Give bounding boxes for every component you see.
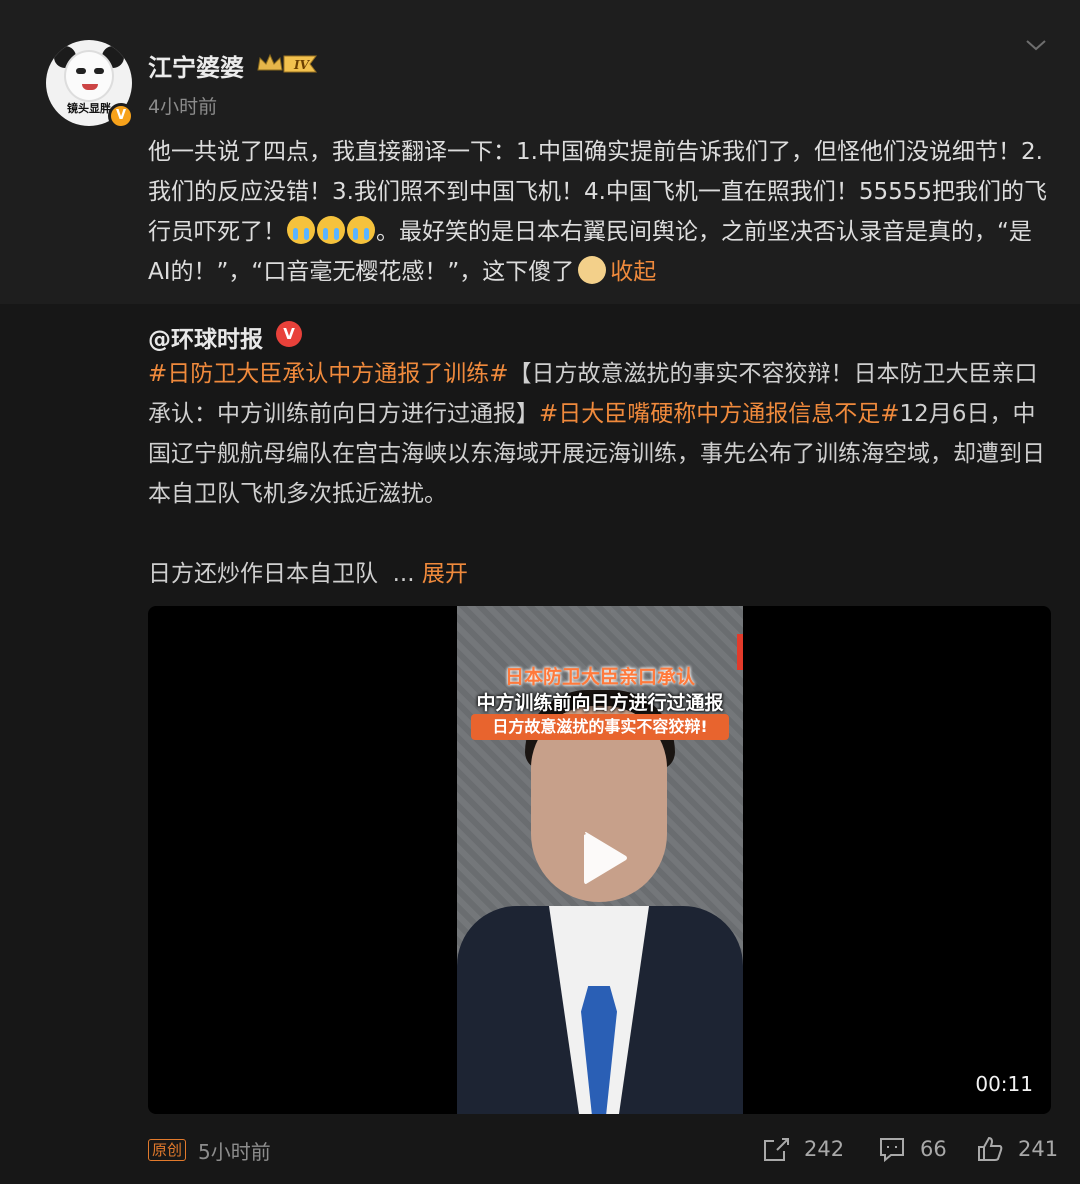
ellipsis: ...: [392, 561, 415, 587]
footer-time: 5小时前: [198, 1140, 271, 1164]
verified-red-icon: V: [276, 321, 302, 347]
collapse-link[interactable]: 收起: [610, 259, 656, 285]
avatar-eye-left: [76, 68, 86, 74]
post-time: 4小时前: [148, 96, 218, 118]
chevron-down-icon[interactable]: [1024, 36, 1048, 54]
crying-emoji-icon: [317, 216, 345, 244]
video-caption-line3: 日方故意滋扰的事实不容狡辩!: [471, 714, 729, 740]
repost-author[interactable]: @环球时报: [148, 320, 263, 354]
hashtag-link[interactable]: #日大臣嘴硬称中方通报信息不足#: [539, 401, 900, 427]
crying-emoji-icon: [347, 216, 375, 244]
level-crown-icon: IV: [257, 53, 317, 73]
username[interactable]: 江宁婆婆: [148, 48, 244, 83]
share-count: 242: [804, 1137, 845, 1161]
hashtag-link[interactable]: #日防卫大臣承认中方通报了训练#: [148, 361, 509, 387]
video-caption-line1: 日本防卫大臣亲口承认: [504, 666, 695, 688]
post-footer: 原创 5小时前 242 66 241: [0, 1130, 1080, 1174]
share-button[interactable]: 242: [762, 1134, 844, 1164]
like-count: 241: [1018, 1137, 1059, 1161]
share-icon: [764, 1138, 789, 1161]
video-player[interactable]: 日本防卫大臣亲口承认 中方训练前向日方进行过通报 日方故意滋扰的事实不容狡辩! …: [148, 606, 1051, 1114]
verified-badge-icon: V: [108, 103, 134, 129]
like-button[interactable]: 241: [976, 1134, 1058, 1164]
repost-more-text: 日方还炒作日本自卫队: [148, 561, 378, 587]
level-badge-text: IV: [293, 58, 311, 72]
post-text: 他一共说了四点，我直接翻译一下：1.中国确实提前告诉我们了，但怪他们没说细节！2…: [148, 132, 1048, 292]
avatar-eye-right: [94, 68, 104, 74]
like-icon: [978, 1136, 1003, 1161]
video-caption-line2: 中方训练前向日方进行过通报: [476, 692, 724, 714]
original-badge: 原创: [148, 1139, 187, 1161]
avatar-face: [64, 50, 114, 102]
repost-more: 日方还炒作日本自卫队 ... 展开: [148, 554, 468, 594]
comment-count: 66: [920, 1137, 947, 1161]
comment-icon: [880, 1138, 904, 1163]
crying-emoji-icon: [287, 216, 315, 244]
repost-text: #日防卫大臣承认中方通报了训练#【日方故意滋扰的事实不容狡辩！日本防卫大臣亲口承…: [148, 354, 1048, 514]
video-duration: 00:11: [975, 1072, 1033, 1096]
expand-link[interactable]: 展开: [422, 561, 468, 587]
video-watermark: [176, 1074, 306, 1094]
play-icon[interactable]: [574, 828, 634, 888]
comment-button[interactable]: 66: [878, 1134, 947, 1164]
doge-emoji-icon: [578, 256, 607, 284]
